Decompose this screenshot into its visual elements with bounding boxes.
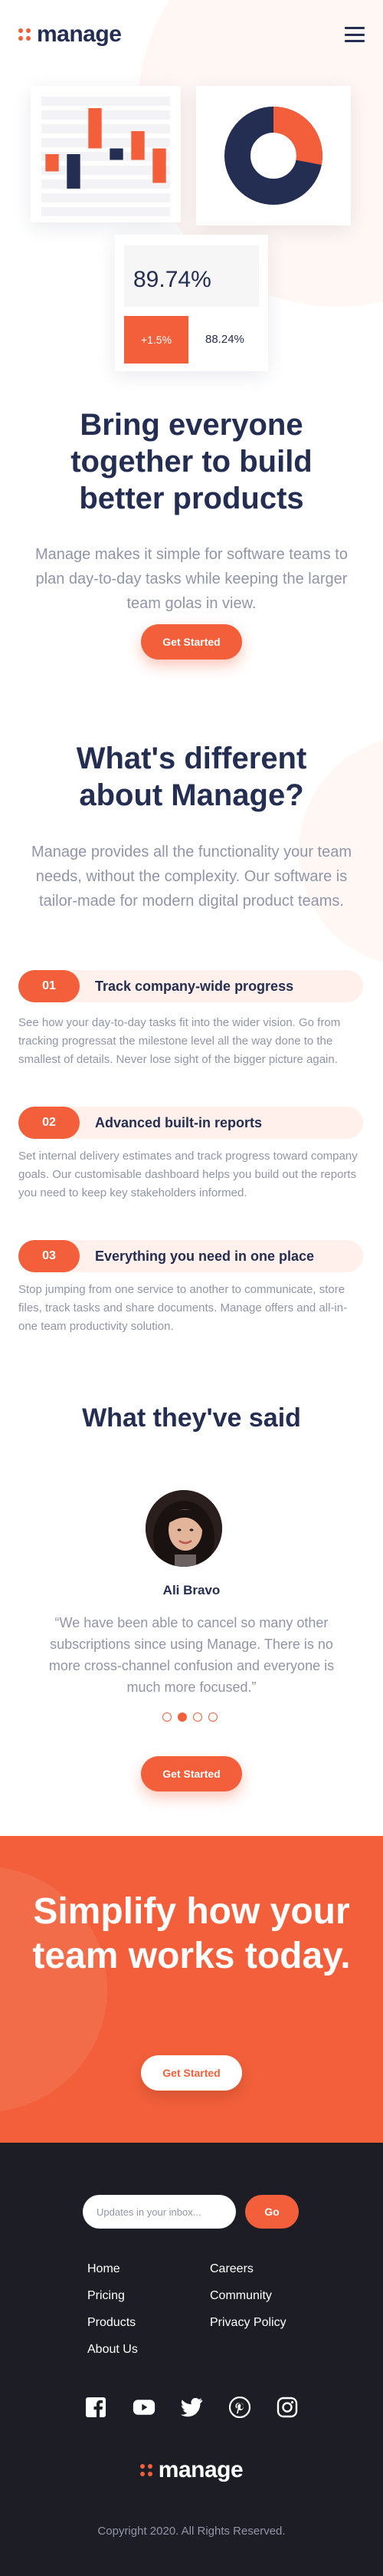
- stats-percent: 89.74%: [133, 267, 211, 292]
- instagram-icon[interactable]: [276, 2396, 299, 2419]
- feature-description: See how your day-to-day tasks fit into t…: [18, 1016, 341, 1066]
- logo[interactable]: manage: [18, 21, 122, 48]
- footer-link-community[interactable]: Community: [210, 2289, 272, 2303]
- testimonials-get-started-button[interactable]: Get Started: [141, 1756, 242, 1791]
- bar-chart-bar: [131, 131, 145, 160]
- footer-link-privacy[interactable]: Privacy Policy: [210, 2316, 286, 2330]
- hero-illustration: 89.74% +1.5% 88.24%: [0, 84, 383, 376]
- twitter-icon[interactable]: [180, 2396, 203, 2419]
- footer-link-home[interactable]: Home: [87, 2262, 120, 2276]
- logo-mark-icon: [139, 2464, 152, 2476]
- bar-chart-card: [31, 86, 181, 222]
- bar-chart-bar: [67, 154, 80, 189]
- carousel-dot-active[interactable]: [178, 1712, 187, 1722]
- site-footer: Go Home Pricing Products About Us Career…: [0, 2143, 383, 2576]
- carousel-dots: [162, 1712, 218, 1722]
- cta-title: Simplify how your team works today.: [32, 1891, 351, 1976]
- social-links: [84, 2396, 299, 2419]
- footer-link-pricing[interactable]: Pricing: [87, 2289, 125, 2303]
- pinterest-icon[interactable]: [228, 2396, 251, 2419]
- facebook-icon[interactable]: [84, 2396, 107, 2419]
- carousel-dot[interactable]: [208, 1712, 218, 1722]
- avatar-portrait: [146, 1490, 222, 1567]
- logo-mark-icon: [18, 28, 31, 41]
- feature-title: Everything you need in one place: [95, 1249, 315, 1264]
- hero-title: Bring everyone together to build better …: [70, 408, 313, 515]
- testimonial-quote: “We have been able to cancel so many oth…: [48, 1615, 335, 1695]
- stats-card: 89.74% +1.5% 88.24%: [115, 235, 268, 371]
- footer-logo[interactable]: manage: [0, 2457, 383, 2483]
- newsletter-input[interactable]: [83, 2195, 236, 2229]
- bar-chart-bar: [152, 148, 166, 183]
- feature-description: Set internal delivery estimates and trac…: [18, 1150, 358, 1199]
- carousel-dot[interactable]: [193, 1712, 202, 1722]
- footer-link-products[interactable]: Products: [87, 2316, 136, 2330]
- different-title: What's different about Manage?: [76, 742, 307, 812]
- copyright: Copyright 2020. All Rights Reserved.: [97, 2525, 286, 2538]
- footer-link-careers[interactable]: Careers: [210, 2262, 254, 2276]
- feature-description: Stop jumping from one service to another…: [18, 1283, 348, 1333]
- bar-chart-bar: [88, 108, 102, 149]
- cta-band: Simplify how your team works today. Get …: [0, 1836, 383, 2143]
- testimonials-title: What they've said: [82, 1403, 301, 1433]
- donut-chart: [224, 107, 322, 205]
- footer-logo-text: manage: [158, 2457, 244, 2482]
- hero-subtitle: Manage makes it simple for software team…: [35, 546, 348, 612]
- logo-text: manage: [37, 21, 122, 47]
- cta-get-started-button[interactable]: Get Started: [141, 2055, 242, 2091]
- hero-get-started-button[interactable]: Get Started: [141, 624, 242, 660]
- youtube-icon[interactable]: [133, 2396, 155, 2419]
- testimonial-name: Ali Bravo: [162, 1583, 221, 1597]
- carousel-dot[interactable]: [162, 1712, 172, 1722]
- feature-number-badge: 03: [18, 1240, 80, 1272]
- footer-link-about[interactable]: About Us: [87, 2343, 138, 2357]
- feature-title: Advanced built-in reports: [95, 1115, 263, 1130]
- feature-title: Track company-wide progress: [95, 979, 294, 994]
- bar-chart-bar: [45, 154, 59, 172]
- hamburger-icon[interactable]: [345, 27, 365, 42]
- bar-chart-bar: [110, 148, 123, 160]
- landing-page: manage 89.74% +1.5% 88.24% Bring everyon…: [0, 0, 383, 2576]
- stats-secondary: 88.24%: [205, 333, 244, 346]
- feature-number-badge: 01: [18, 970, 80, 1002]
- avatar: [146, 1490, 222, 1567]
- different-subtitle: Manage provides all the functionality yo…: [31, 844, 352, 910]
- stats-change-badge: +1.5%: [124, 316, 188, 364]
- bar-chart: [41, 97, 170, 216]
- donut-segment-accent: [273, 107, 322, 165]
- site-header: manage: [0, 0, 383, 69]
- newsletter-go-button[interactable]: Go: [245, 2195, 299, 2229]
- donut-chart-card: [196, 86, 351, 225]
- feature-number-badge: 02: [18, 1107, 80, 1139]
